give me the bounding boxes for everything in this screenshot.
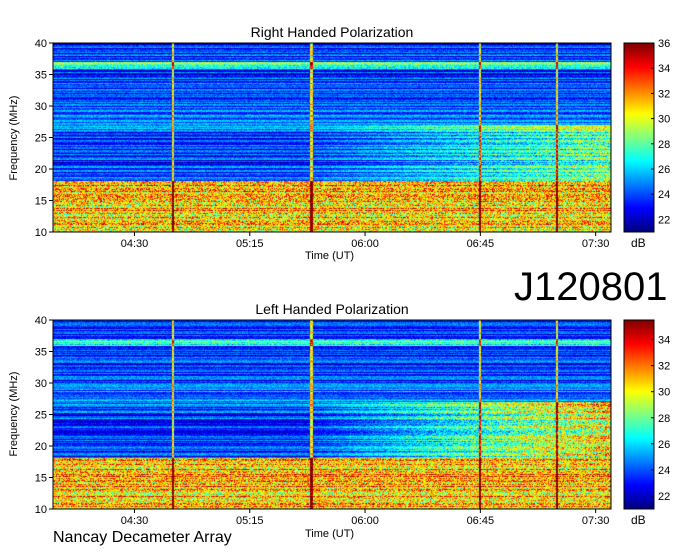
- colorbar-tick-label: 28: [658, 413, 670, 425]
- y-tick-label: 30: [35, 378, 47, 390]
- y-tick-label: 10: [35, 504, 47, 516]
- spectrogram-figure: Right Handed Polarization 10 15 20 25 30 35 40…: [0, 0, 680, 552]
- x-tick-label: 04:30: [121, 515, 149, 527]
- colorbar-tick-label: 26: [658, 439, 670, 451]
- y-tick-label: 40: [35, 315, 47, 327]
- colorbar-frame: [623, 319, 655, 510]
- colorbar-tick-label: 32: [658, 361, 670, 373]
- colorbar-tick-label: 30: [658, 387, 670, 399]
- x-tick-label: 05:15: [236, 515, 264, 527]
- axes-left: 10 15 20 25 30 35 40 04:30 05:15 06:00 06:45 07:30 2…: [35, 315, 671, 527]
- x-tick-label: 07:30: [582, 515, 610, 527]
- plot-frame: [52, 319, 612, 510]
- y-tick-label: 20: [35, 441, 47, 453]
- x-tick-label: 06:00: [351, 515, 379, 527]
- x-tick-label: 06:45: [467, 515, 495, 527]
- y-tick-label: 35: [35, 347, 47, 359]
- xlabel-left: Time (UT): [305, 528, 355, 540]
- ylabel-left: Frequency (MHz): [8, 371, 20, 457]
- colorbar-tick-label: 22: [658, 491, 670, 503]
- y-tick-label: 15: [35, 473, 47, 485]
- colorbar-unit-left: dB: [631, 513, 646, 527]
- y-tick-label: 25: [35, 410, 47, 422]
- footer-instrument: Nancay Decameter Array: [53, 529, 232, 546]
- colorbar-tick-label: 34: [658, 335, 670, 347]
- colorbar-tick-label: 24: [658, 465, 670, 477]
